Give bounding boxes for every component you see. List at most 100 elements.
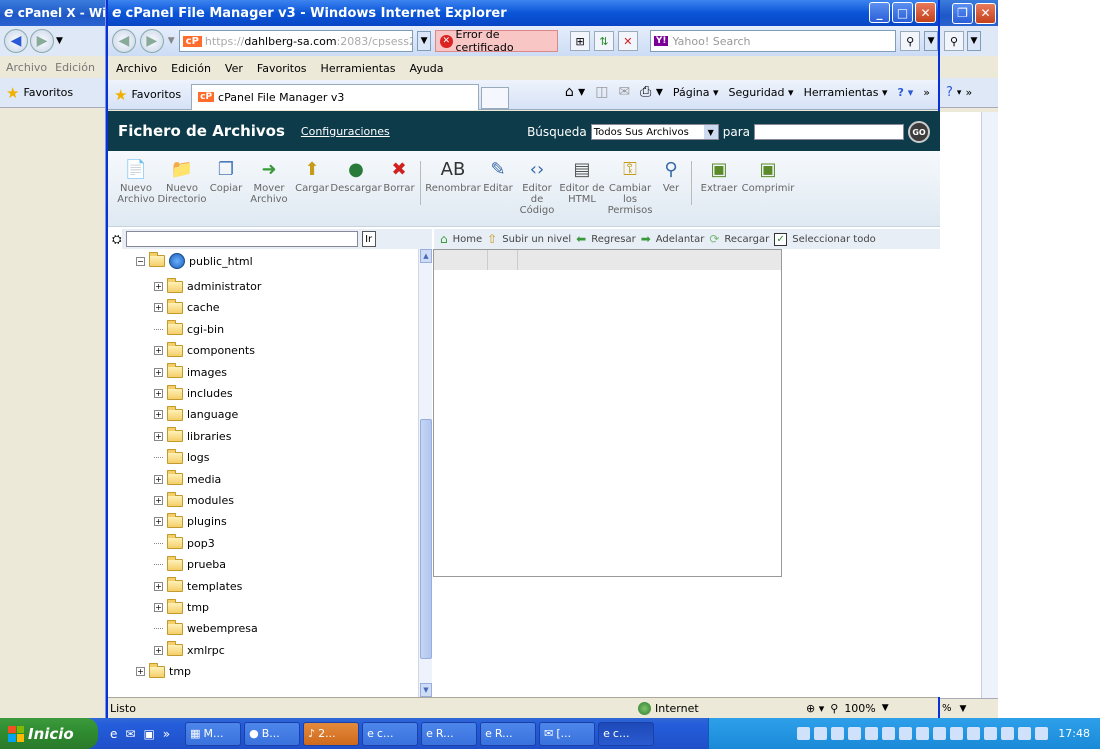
search-go-icon[interactable]: ⚲: [900, 31, 921, 51]
expand-icon[interactable]: +: [154, 389, 163, 398]
help-icon[interactable]: ?: [946, 85, 953, 100]
rename-button[interactable]: AB Renombrar: [425, 157, 481, 194]
chevron-more-icon[interactable]: »: [923, 86, 930, 99]
restore-icon[interactable]: ❐: [952, 2, 973, 24]
select-all-link[interactable]: Seleccionar todo: [792, 234, 876, 245]
tray-icon[interactable]: [797, 727, 811, 740]
print-icon[interactable]: ⎙ ▾: [640, 84, 663, 100]
expand-icon[interactable]: +: [136, 667, 145, 676]
new-file-button[interactable]: 📄 Nuevo Archivo: [116, 157, 156, 205]
dropdown-icon[interactable]: ▾: [957, 88, 962, 98]
reload-link[interactable]: Recargar: [724, 234, 769, 245]
tree-node[interactable]: webempresa: [154, 619, 258, 635]
background-window-title[interactable]: e cPanel X - Wi: [0, 0, 105, 26]
tree-node[interactable]: + templates: [154, 577, 242, 593]
ie-quicklaunch-icon[interactable]: e: [110, 727, 117, 741]
expand-icon[interactable]: +: [154, 282, 163, 291]
search-input[interactable]: Y! Yahoo! Search: [649, 30, 897, 52]
menu-ver[interactable]: Ver: [225, 62, 243, 75]
tree-node[interactable]: + plugins: [154, 512, 227, 528]
dropdown-icon[interactable]: ▼: [168, 36, 175, 46]
expand-icon[interactable]: +: [154, 603, 163, 612]
code-editor-button[interactable]: ‹› Editor de Código: [515, 157, 559, 216]
tray-icon[interactable]: [1001, 727, 1015, 740]
tray-icon[interactable]: [984, 727, 998, 740]
checkbox-icon[interactable]: ✓: [774, 232, 788, 246]
dropdown-icon[interactable]: ▼: [967, 31, 981, 51]
security-menu[interactable]: Seguridad ▾: [729, 86, 794, 99]
settings-link[interactable]: Configuraciones: [301, 125, 390, 138]
dropdown-icon[interactable]: ▼: [56, 36, 63, 46]
search-options-icon[interactable]: ▼: [924, 31, 938, 51]
tree-node[interactable]: − public_html: [136, 252, 253, 269]
tray-icon[interactable]: [814, 727, 828, 740]
compress-button[interactable]: ▣ Comprimir: [742, 157, 795, 194]
forward-icon[interactable]: ▶: [139, 29, 164, 53]
expand-icon[interactable]: +: [154, 581, 163, 591]
taskbar-button[interactable]: e R...: [480, 721, 537, 746]
taskbar-button[interactable]: e c...: [598, 721, 655, 746]
column-header[interactable]: [488, 250, 518, 270]
tree-node[interactable]: + administrator: [154, 277, 261, 293]
menu-favoritos[interactable]: Favoritos: [257, 62, 307, 75]
scroll-thumb[interactable]: [420, 419, 432, 659]
address-dropdown-icon[interactable]: ▼: [417, 31, 431, 51]
tray-icon[interactable]: [882, 727, 896, 740]
background-window-left[interactable]: e cPanel X - Wi ◀ ▶ ▼ Archivo Edición ★ …: [0, 0, 106, 718]
bg-favorites-link[interactable]: Favoritos: [23, 86, 73, 99]
close-icon[interactable]: ✕: [975, 2, 996, 24]
expand-icon[interactable]: +: [154, 303, 163, 313]
favorites-button[interactable]: ★ Favoritos: [114, 86, 181, 104]
expand-icon[interactable]: +: [154, 410, 163, 420]
tree-node[interactable]: + components: [154, 341, 255, 357]
taskbar-button[interactable]: ● B...: [244, 721, 301, 746]
column-header[interactable]: [434, 250, 488, 270]
tools-menu[interactable]: Herramientas ▾: [804, 86, 888, 99]
expand-icon[interactable]: +: [154, 645, 163, 655]
tree-node[interactable]: prueba: [154, 555, 226, 571]
tray-icon[interactable]: [1018, 727, 1032, 740]
tree-node[interactable]: cgi-bin: [154, 320, 224, 336]
forward-link[interactable]: Adelantar: [656, 234, 705, 245]
tree-node[interactable]: logs: [154, 448, 210, 464]
move-file-button[interactable]: ➜ Mover Archivo: [244, 157, 294, 205]
mail-quicklaunch-icon[interactable]: ✉: [125, 727, 135, 741]
tray-icon[interactable]: [967, 727, 981, 740]
dropdown-icon[interactable]: ▼: [960, 704, 967, 714]
edit-button[interactable]: ✎ Editar: [481, 157, 515, 194]
tray-icon[interactable]: [848, 727, 862, 740]
tray-icon[interactable]: [1035, 727, 1049, 740]
menu-edicion[interactable]: Edición: [171, 62, 211, 75]
taskbar-button[interactable]: e c...: [362, 721, 419, 746]
new-tab-button[interactable]: [481, 86, 510, 109]
up-level-link[interactable]: Subir un nivel: [502, 234, 571, 245]
background-window-right[interactable]: ❐ ✕ ⚲ ▼ ? ▾ » % ▼: [940, 0, 998, 718]
back-icon[interactable]: ◀: [112, 29, 136, 53]
home-icon[interactable]: ⌂ ▾: [565, 84, 585, 100]
main-titlebar[interactable]: e cPanel File Manager v3 - Windows Inter…: [108, 0, 938, 26]
upload-button[interactable]: ⬆ Cargar: [294, 157, 330, 194]
tree-node[interactable]: + language: [154, 405, 238, 421]
tray-icon[interactable]: [831, 727, 845, 740]
back-icon[interactable]: ◀: [4, 29, 28, 53]
refresh-icon[interactable]: ⇅: [594, 31, 614, 51]
tree-scrollbar[interactable]: ▲ ▼: [418, 249, 432, 697]
path-input[interactable]: [125, 231, 358, 247]
stop-icon[interactable]: ✕: [617, 31, 638, 51]
download-button[interactable]: ● Descargar: [330, 157, 382, 194]
html-editor-button[interactable]: ▤ Editor de HTML: [559, 157, 605, 205]
mail-icon[interactable]: ✉: [618, 84, 630, 100]
bg-zoom[interactable]: %: [942, 703, 952, 714]
expand-icon[interactable]: +: [154, 346, 163, 356]
collapse-icon[interactable]: −: [136, 256, 145, 266]
search-scope-select[interactable]: Todos Sus Archivos ▼: [590, 124, 719, 140]
maximize-icon[interactable]: □: [892, 2, 913, 23]
address-bar[interactable]: cP https:// dahlberg-sa.com :2083/cpsess…: [178, 30, 414, 52]
taskbar-button[interactable]: ✉ [...: [539, 721, 596, 746]
desktop-quicklaunch-icon[interactable]: ▣: [143, 727, 154, 741]
scroll-down-icon[interactable]: ▼: [420, 683, 432, 697]
tree-node[interactable]: + images: [154, 363, 227, 379]
home-link[interactable]: Home: [453, 234, 483, 245]
taskbar-button[interactable]: ♪ 2...: [303, 721, 360, 746]
back-link[interactable]: Regresar: [591, 234, 636, 245]
